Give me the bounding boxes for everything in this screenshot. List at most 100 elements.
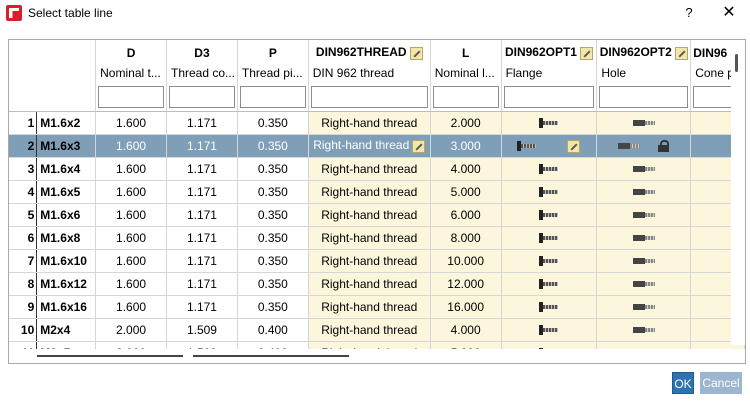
cell-din962thread[interactable]: Right-hand thread (308, 111, 431, 135)
table-row[interactable]: 10 M2x4 2.000 1.509 0.400 Right-hand thread 4.… (9, 318, 745, 342)
filter-cell (95, 84, 167, 112)
row-index: 8 (9, 272, 38, 296)
pencil-icon[interactable] (567, 139, 581, 153)
column-header-d3[interactable]: D3 (166, 40, 238, 62)
filter-input-din962thread[interactable] (310, 86, 428, 109)
column-header-din962opt2[interactable]: DIN962OPT2 (596, 40, 692, 62)
filter-input-din962opt2[interactable] (599, 86, 689, 109)
title-bar: Select table line ? ✕ (0, 0, 750, 28)
table-row[interactable]: 3 M1.6x4 1.600 1.171 0.350 Right-hand thread 4… (9, 157, 745, 181)
cell-din962opt2[interactable] (596, 226, 692, 250)
cell-din962opt2[interactable] (596, 134, 692, 158)
app-logo-icon (6, 5, 22, 21)
cell-din962thread[interactable]: Right-hand thread (308, 318, 431, 342)
bolt-hole-icon (632, 303, 655, 311)
cell-din962opt2[interactable] (596, 272, 692, 296)
cell-din962opt1[interactable] (501, 180, 598, 204)
cell-din962opt2[interactable] (596, 111, 692, 135)
filter-input-p[interactable] (239, 86, 306, 109)
bolt-hole-icon (632, 188, 655, 196)
filter-input-l[interactable] (432, 86, 499, 109)
ok-button[interactable]: OK (672, 372, 694, 394)
cell-din962thread[interactable]: Right-hand thread (308, 295, 431, 319)
cell-d: 1.600 (95, 180, 167, 204)
table-row[interactable]: 2 M1.6x3 1.600 1.171 0.350 Right-hand thread 3… (9, 134, 745, 158)
cell-din962thread[interactable]: Right-hand thread (308, 226, 431, 250)
cell-din962opt1[interactable] (501, 111, 598, 135)
cell-din962opt1[interactable] (501, 157, 598, 181)
cell-din962thread[interactable]: Right-hand thread (308, 134, 431, 158)
filter-input-d3[interactable] (168, 86, 235, 109)
table-row[interactable]: 8 M1.6x12 1.600 1.171 0.350 Right-hand thread… (9, 272, 745, 296)
filter-input-d[interactable] (98, 86, 164, 109)
cell-din962thread[interactable]: Right-hand thread (308, 180, 431, 204)
data-table: D D3 P DIN962THREAD L DIN962OPT1 DIN962O… (9, 40, 745, 363)
cell-p: 0.400 (237, 318, 309, 342)
column-header-din962thread[interactable]: DIN962THREAD (308, 40, 431, 62)
table-row[interactable]: 7 M1.6x10 1.600 1.171 0.350 Right-hand thread… (9, 249, 745, 273)
bolt-flange-icon (538, 118, 559, 129)
row-index: 5 (9, 203, 38, 227)
cell-p: 0.350 (237, 295, 309, 319)
help-button[interactable]: ? (678, 3, 700, 23)
cell-din962opt1[interactable] (501, 272, 598, 296)
bolt-flange-icon (538, 164, 559, 175)
cell-din962opt2[interactable] (596, 295, 692, 319)
bolt-flange-icon (538, 210, 559, 221)
horizontal-scrollbar-thumb[interactable] (193, 355, 349, 357)
column-header-p[interactable]: P (237, 40, 309, 62)
cell-din962opt1[interactable] (501, 318, 598, 342)
filter-cell (596, 84, 692, 112)
vertical-scrollbar[interactable] (731, 40, 745, 345)
cell-l: 8.000 (430, 226, 502, 250)
column-header-d[interactable]: D (95, 40, 167, 62)
bolt-hole-icon (632, 211, 655, 219)
cell-thread-value: Right-hand thread (321, 207, 418, 222)
cell-din962opt2[interactable] (596, 157, 692, 181)
cell-din962thread[interactable]: Right-hand thread (308, 272, 431, 296)
vertical-scrollbar-thumb[interactable] (735, 54, 738, 72)
cell-d: 2.000 (95, 318, 167, 342)
cancel-button[interactable]: Cancel (700, 372, 742, 394)
cell-din962opt1[interactable] (501, 249, 598, 273)
cell-l: 5.000 (430, 180, 502, 204)
cell-d3: 1.171 (166, 134, 238, 158)
column-header-din962opt1[interactable]: DIN962OPT1 (501, 40, 598, 62)
cell-din962thread[interactable]: Right-hand thread (308, 203, 431, 227)
cell-l: 3.000 (430, 134, 502, 158)
cell-din962thread[interactable]: Right-hand thread (308, 249, 431, 273)
table-row[interactable]: 1 M1.6x2 1.600 1.171 0.350 Right-hand thread 2… (9, 111, 745, 135)
table-row[interactable]: 5 M1.6x6 1.600 1.171 0.350 Right-hand thread 6… (9, 203, 745, 227)
horizontal-scrollbar[interactable] (9, 349, 745, 363)
row-index: 1 (9, 111, 38, 135)
horizontal-scrollbar-frozen-thumb[interactable] (37, 355, 183, 357)
cell-din962opt2[interactable] (596, 180, 692, 204)
cell-din962opt2[interactable] (596, 249, 692, 273)
bolt-flange-icon (517, 141, 537, 152)
cell-din962opt2[interactable] (596, 318, 692, 342)
column-header-l[interactable]: L (430, 40, 502, 62)
cell-thread-value: Right-hand thread (321, 276, 418, 291)
cell-din962thread[interactable]: Right-hand thread (308, 157, 431, 181)
cell-din962opt2[interactable] (596, 203, 692, 227)
table-row[interactable]: 4 M1.6x5 1.600 1.171 0.350 Right-hand thread 5… (9, 180, 745, 204)
cell-thread-value: Right-hand thread (321, 184, 418, 199)
cell-din962opt1[interactable] (501, 226, 598, 250)
column-desc-din962opt2: Hole (596, 62, 692, 84)
cell-din962opt1[interactable] (501, 203, 598, 227)
cell-din962opt1[interactable] (501, 134, 598, 158)
row-name: M1.6x16 (36, 295, 97, 319)
cell-d3: 1.171 (166, 157, 238, 181)
table-row[interactable]: 9 M1.6x16 1.600 1.171 0.350 Right-hand thread… (9, 295, 745, 319)
row-name: M1.6x4 (36, 157, 97, 181)
pencil-icon[interactable] (412, 139, 426, 153)
cell-l: 4.000 (430, 157, 502, 181)
close-icon[interactable]: ✕ (718, 3, 740, 23)
column-desc-p: Thread pi... (237, 62, 309, 84)
cell-l: 10.000 (430, 249, 502, 273)
filter-input-din962opt1[interactable] (503, 86, 595, 109)
filter-cell (166, 84, 238, 112)
cell-p: 0.350 (237, 157, 309, 181)
table-row[interactable]: 6 M1.6x8 1.600 1.171 0.350 Right-hand thread 8… (9, 226, 745, 250)
cell-din962opt1[interactable] (501, 295, 598, 319)
